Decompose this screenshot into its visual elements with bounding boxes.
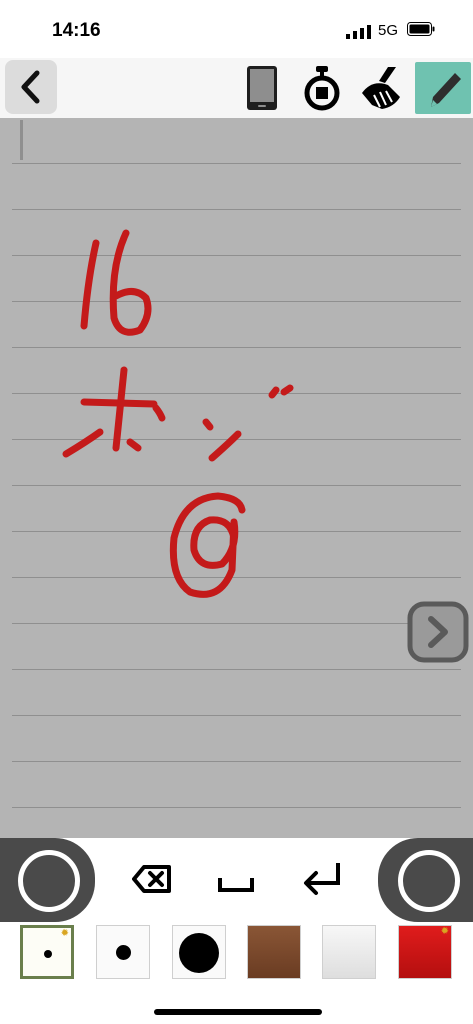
- left-circle-button[interactable]: [0, 838, 95, 922]
- stroke-at: [169, 492, 246, 598]
- home-indicator: [154, 1009, 322, 1015]
- gear-icon: ✹: [60, 928, 69, 939]
- space-icon: [218, 878, 254, 892]
- signal-icon: [346, 25, 371, 39]
- backspace-icon: [132, 865, 171, 893]
- pencil-icon: [431, 73, 461, 107]
- stroke-1: [80, 239, 100, 330]
- stroke-6: [109, 229, 152, 336]
- broom-icon: [362, 67, 400, 109]
- stroke-ji-1: [202, 418, 214, 431]
- edit-keys: [98, 848, 375, 910]
- chevron-left-icon: [21, 70, 40, 104]
- battery-icon: [407, 22, 435, 36]
- stopwatch-icon: [304, 66, 340, 111]
- return-icon: [304, 863, 340, 895]
- clear-button[interactable]: [357, 62, 405, 114]
- back-button[interactable]: [5, 60, 57, 114]
- phone-icon: [247, 66, 277, 110]
- stroke-po-v: [112, 366, 128, 452]
- input-key-row: [0, 838, 473, 922]
- color-brown[interactable]: [247, 925, 301, 979]
- pen-size-large[interactable]: [172, 925, 226, 979]
- space-button[interactable]: [212, 856, 260, 902]
- chevron-right-icon: [407, 601, 469, 663]
- writing-canvas[interactable]: [0, 118, 473, 838]
- pen-tool-button[interactable]: [415, 62, 471, 114]
- color-white[interactable]: [322, 925, 376, 979]
- pen-size-small[interactable]: ✹: [20, 925, 74, 979]
- return-button[interactable]: [298, 856, 346, 902]
- stroke-po-l: [62, 428, 104, 458]
- right-circle-button[interactable]: [378, 838, 473, 922]
- gear-icon: ✹: [440, 926, 449, 937]
- pen-palette: ✹ ✹: [0, 922, 473, 990]
- toolbar: [0, 58, 473, 118]
- network-type: 5G: [378, 22, 399, 39]
- timer-button[interactable]: [298, 62, 346, 114]
- stroke-ji-2: [208, 430, 242, 462]
- dot-icon: [179, 933, 219, 973]
- stroke-po-dot: [152, 404, 166, 422]
- dot-icon: [44, 950, 52, 958]
- color-red[interactable]: ✹: [398, 925, 452, 979]
- stroke-ji-dk: [268, 384, 294, 399]
- dot-icon: [116, 945, 131, 960]
- stroke-po-r: [126, 438, 142, 452]
- next-page-button[interactable]: [407, 601, 469, 663]
- backspace-button[interactable]: [128, 856, 176, 902]
- device-button[interactable]: [238, 62, 286, 114]
- status-bar: 14:16 5G: [0, 0, 473, 58]
- handwriting-strokes: [62, 229, 294, 598]
- status-time: 14:16: [52, 20, 101, 41]
- pen-size-medium[interactable]: [96, 925, 150, 979]
- circle-ring-icon: [18, 850, 80, 912]
- circle-ring-icon: [398, 850, 460, 912]
